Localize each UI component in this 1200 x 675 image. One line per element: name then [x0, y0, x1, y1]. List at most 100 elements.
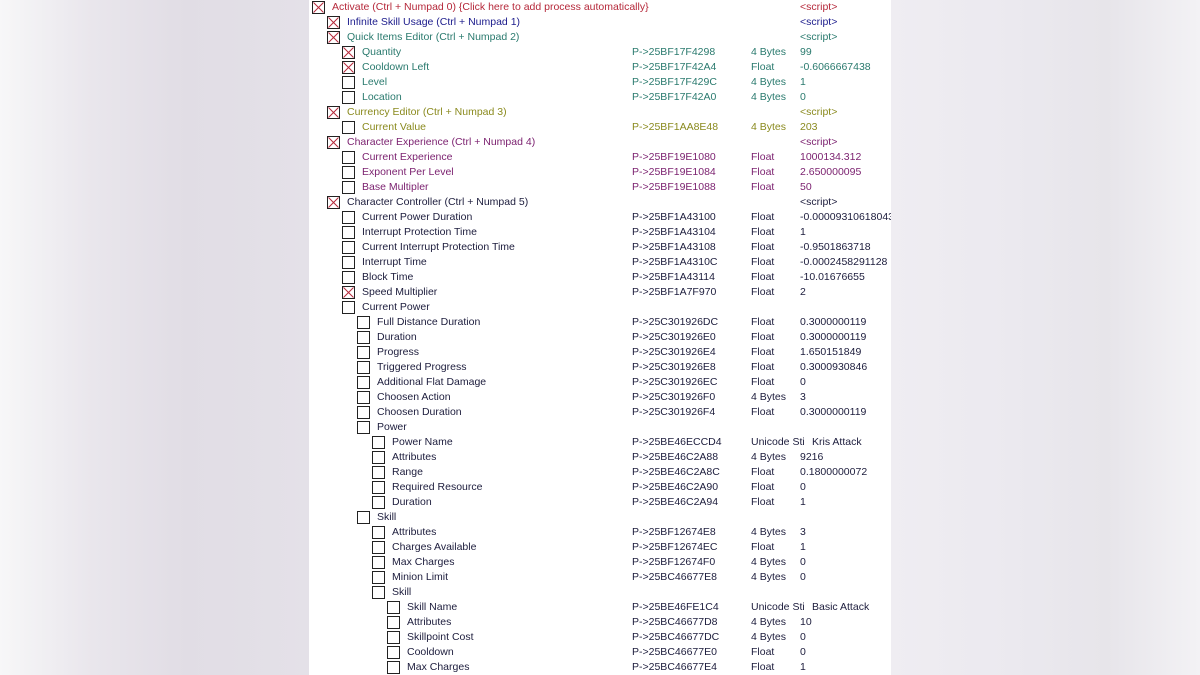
entry-value[interactable]: -0.00009310618043: [800, 210, 891, 225]
entry-address[interactable]: P->25BE46C2A94: [632, 495, 718, 510]
cheat-entry-row[interactable]: Level P->25BF17F429C 4 Bytes 1: [309, 75, 891, 90]
cheat-entry-row[interactable]: Skillpoint Cost P->25BC46677DC 4 Bytes 0: [309, 630, 891, 645]
checkbox-checked[interactable]: [327, 31, 340, 44]
entry-type[interactable]: Float: [751, 540, 774, 555]
entry-value[interactable]: <script>: [800, 195, 837, 210]
entry-address[interactable]: P->25BC46677E4: [632, 660, 717, 675]
entry-type[interactable]: Float: [751, 465, 774, 480]
entry-description[interactable]: Minion Limit: [392, 570, 448, 585]
entry-value[interactable]: 10: [800, 615, 812, 630]
cheat-entry-row[interactable]: Cooldown P->25BC46677E0 Float 0: [309, 645, 891, 660]
checkbox-unchecked[interactable]: [357, 346, 370, 359]
cheat-entry-row[interactable]: Activate (Ctrl + Numpad 0) {Click here t…: [309, 0, 891, 15]
entry-address[interactable]: P->25BF12674F0: [632, 555, 715, 570]
entry-address[interactable]: P->25BE46C2A90: [632, 480, 718, 495]
entry-address[interactable]: P->25BC46677E8: [632, 570, 717, 585]
entry-type[interactable]: 4 Bytes: [751, 120, 786, 135]
checkbox-unchecked[interactable]: [372, 481, 385, 494]
cheat-entry-row[interactable]: Block Time P->25BF1A43114 Float -10.0167665…: [309, 270, 891, 285]
entry-value[interactable]: <script>: [800, 0, 837, 15]
entry-value[interactable]: 99: [800, 45, 812, 60]
checkbox-unchecked[interactable]: [387, 601, 400, 614]
checkbox-unchecked[interactable]: [372, 556, 385, 569]
cheat-entry-row[interactable]: Quantity P->25BF17F4298 4 Bytes 99: [309, 45, 891, 60]
cheat-entry-row[interactable]: Attributes P->25BC46677D8 4 Bytes 10: [309, 615, 891, 630]
cheat-entry-row[interactable]: Base Multipler P->25BF19E1088 Float 50: [309, 180, 891, 195]
cheat-entry-row[interactable]: Minion Limit P->25BC46677E8 4 Bytes 0: [309, 570, 891, 585]
entry-description[interactable]: Required Resource: [392, 480, 482, 495]
entry-description[interactable]: Current Power Duration: [362, 210, 472, 225]
cheat-entry-row[interactable]: Max Charges P->25BC46677E4 Float 1: [309, 660, 891, 675]
entry-address[interactable]: P->25BF12674E8: [632, 525, 716, 540]
checkbox-unchecked[interactable]: [342, 151, 355, 164]
entry-description[interactable]: Current Value: [362, 120, 426, 135]
cheat-entry-row[interactable]: Attributes P->25BE46C2A88 4 Bytes 9216: [309, 450, 891, 465]
checkbox-unchecked[interactable]: [342, 91, 355, 104]
entry-value[interactable]: 9216: [800, 450, 823, 465]
checkbox-unchecked[interactable]: [357, 331, 370, 344]
entry-description[interactable]: Level: [362, 75, 387, 90]
entry-address[interactable]: P->25BF17F4298: [632, 45, 715, 60]
entry-description[interactable]: Interrupt Protection Time: [362, 225, 477, 240]
checkbox-unchecked[interactable]: [342, 181, 355, 194]
checkbox-unchecked[interactable]: [342, 271, 355, 284]
entry-type[interactable]: Unicode Sti: [751, 600, 805, 615]
checkbox-unchecked[interactable]: [342, 241, 355, 254]
cheat-entry-row[interactable]: Skill: [309, 510, 891, 525]
entry-value[interactable]: 3: [800, 525, 806, 540]
entry-type[interactable]: Float: [751, 345, 774, 360]
checkbox-unchecked[interactable]: [387, 661, 400, 674]
cheat-entry-row[interactable]: Range P->25BE46C2A8C Float 0.1800000072: [309, 465, 891, 480]
cheat-entry-row[interactable]: Full Distance Duration P->25C301926DC Floa…: [309, 315, 891, 330]
checkbox-unchecked[interactable]: [342, 301, 355, 314]
entry-type[interactable]: 4 Bytes: [751, 525, 786, 540]
entry-description[interactable]: Location: [362, 90, 402, 105]
entry-type[interactable]: Float: [751, 225, 774, 240]
entry-description[interactable]: Attributes: [407, 615, 451, 630]
checkbox-unchecked[interactable]: [357, 316, 370, 329]
checkbox-unchecked[interactable]: [357, 376, 370, 389]
entry-type[interactable]: Float: [751, 270, 774, 285]
entry-description[interactable]: Activate (Ctrl + Numpad 0) {Click here t…: [332, 0, 649, 15]
cheat-entry-row[interactable]: Speed Multiplier P->25BF1A7F970 Float 2: [309, 285, 891, 300]
cheat-entry-row[interactable]: Skill: [309, 585, 891, 600]
entry-address[interactable]: P->25BF19E1080: [632, 150, 716, 165]
cheat-entry-row[interactable]: Cooldown Left P->25BF17F42A4 Float -0.60666…: [309, 60, 891, 75]
entry-type[interactable]: 4 Bytes: [751, 615, 786, 630]
entry-description[interactable]: Quick Items Editor (Ctrl + Numpad 2): [347, 30, 519, 45]
entry-description[interactable]: Exponent Per Level: [362, 165, 454, 180]
entry-type[interactable]: Float: [751, 60, 774, 75]
cheat-entry-row[interactable]: Power: [309, 420, 891, 435]
entry-type[interactable]: Float: [751, 315, 774, 330]
entry-type[interactable]: Float: [751, 405, 774, 420]
entry-value[interactable]: <script>: [800, 15, 837, 30]
entry-description[interactable]: Choosen Action: [377, 390, 451, 405]
entry-value[interactable]: 203: [800, 120, 818, 135]
entry-value[interactable]: 0: [800, 480, 806, 495]
cheat-entry-row[interactable]: Location P->25BF17F42A0 4 Bytes 0: [309, 90, 891, 105]
entry-value[interactable]: <script>: [800, 105, 837, 120]
entry-type[interactable]: Float: [751, 285, 774, 300]
entry-type[interactable]: Float: [751, 330, 774, 345]
entry-description[interactable]: Quantity: [362, 45, 401, 60]
entry-type[interactable]: Float: [751, 480, 774, 495]
entry-address[interactable]: P->25BE46C2A88: [632, 450, 718, 465]
checkbox-unchecked[interactable]: [342, 256, 355, 269]
cheat-entry-row[interactable]: Triggered Progress P->25C301926E8 Float 0.3…: [309, 360, 891, 375]
checkbox-unchecked[interactable]: [387, 646, 400, 659]
entry-description[interactable]: Power: [377, 420, 407, 435]
entry-value[interactable]: -10.01676655: [800, 270, 865, 285]
cheat-entry-row[interactable]: Exponent Per Level P->25BF19E1084 Float 2.6…: [309, 165, 891, 180]
entry-value[interactable]: <script>: [800, 135, 837, 150]
cheat-entry-row[interactable]: Choosen Action P->25C301926F0 4 Bytes 3: [309, 390, 891, 405]
entry-type[interactable]: 4 Bytes: [751, 570, 786, 585]
checkbox-unchecked[interactable]: [342, 226, 355, 239]
entry-description[interactable]: Interrupt Time: [362, 255, 427, 270]
entry-type[interactable]: Unicode Sti: [751, 435, 805, 450]
cheat-entry-row[interactable]: Interrupt Protection Time P->25BF1A43104 F…: [309, 225, 891, 240]
entry-description[interactable]: Full Distance Duration: [377, 315, 480, 330]
entry-type[interactable]: Float: [751, 495, 774, 510]
entry-type[interactable]: Float: [751, 180, 774, 195]
entry-description[interactable]: Max Charges: [392, 555, 454, 570]
entry-description[interactable]: Skill Name: [407, 600, 457, 615]
